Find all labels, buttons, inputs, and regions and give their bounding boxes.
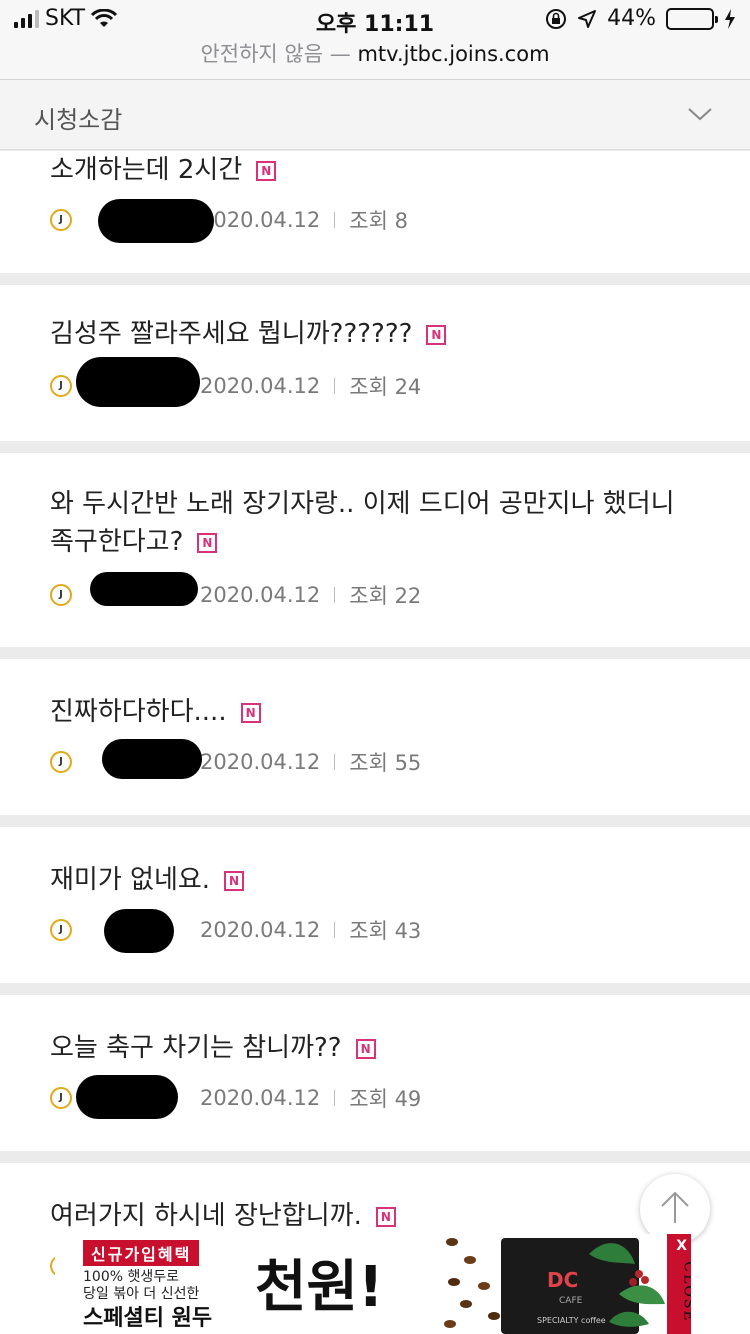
charging-bolt-icon [725, 8, 735, 29]
ad-price: 천원! [255, 1255, 384, 1320]
post-item[interactable]: 와 두시간반 노래 장기자랑.. 이제 드디어 공만지나 했더니 족구한다고? N… [0, 453, 750, 647]
post-views: 조회 43 [349, 919, 422, 943]
url-host: mtv.jtbc.joins.com [357, 42, 550, 66]
divider [334, 587, 336, 603]
post-title-row: 소개하는데 2시간 N [0, 151, 750, 189]
category-dropdown[interactable]: 시청소감 [0, 80, 750, 150]
post-date: 2020.04.12 [200, 208, 321, 232]
category-label: 시청소감 [34, 106, 123, 134]
post-meta: J 2020.04.12 조회 8 [50, 199, 408, 243]
new-badge: N [197, 533, 218, 553]
post-title: 와 두시간반 노래 장기자랑.. 이제 드디어 공만지나 했더니 족구한다고? [50, 489, 675, 557]
post-list: 소개하는데 2시간 N J 2020.04.12 조회 8 김성주 짤라주세요 뭡… [0, 151, 750, 1334]
post-date: 2020.04.12 [200, 1086, 321, 1110]
post-date: 2020.04.12 [200, 583, 321, 607]
author-name-redacted [76, 1075, 192, 1119]
author-level-icon: J [50, 209, 72, 231]
new-badge: N [426, 325, 447, 345]
close-icon: X [676, 1238, 687, 1254]
post-date: 2020.04.12 [200, 918, 321, 942]
divider [334, 1090, 336, 1106]
post-title-row: 오늘 축구 차기는 참니까?? N [0, 995, 750, 1067]
author-level-icon: J [50, 919, 72, 941]
author-level-icon: J [50, 751, 72, 773]
author-level-icon: J [50, 1087, 72, 1109]
post-item[interactable]: 진짜하다하다.... N J 2020.04.12 조회 55 [0, 659, 750, 815]
post-title-row: 와 두시간반 노래 장기자랑.. 이제 드디어 공만지나 했더니 족구한다고? N [0, 453, 750, 561]
author-name-redacted [82, 909, 192, 953]
post-item[interactable]: 김성주 짤라주세요 뭡니까?????? N J 2020.04.12 조회 24 [0, 285, 750, 441]
post-title: 소개하는데 2시간 [50, 155, 243, 185]
ad-banner[interactable]: 신규가입혜택 100% 햇생두로 당일 볶아 더 신선한 스페셜티 원두 천원!… [55, 1234, 691, 1334]
post-item[interactable]: 오늘 축구 차기는 참니까?? N J 2020.04.12 조회 49 [0, 995, 750, 1151]
arrow-up-icon [661, 1191, 689, 1223]
post-date: 2020.04.12 [200, 374, 321, 398]
author-level-icon: J [50, 375, 72, 397]
battery-icon [666, 7, 718, 30]
new-badge: N [375, 1207, 396, 1227]
divider [334, 922, 336, 938]
ad-badge: 신규가입혜택 [83, 1240, 200, 1266]
coffee-beans-image [444, 1238, 500, 1328]
divider [334, 378, 336, 394]
new-badge: N [240, 703, 261, 723]
orientation-lock-icon [546, 8, 567, 29]
post-date: 2020.04.12 [200, 750, 321, 774]
security-warning: 안전하지 않음 [200, 42, 324, 66]
url-separator: — [329, 42, 351, 66]
new-badge: N [355, 1039, 376, 1059]
divider [334, 212, 336, 228]
post-views: 조회 8 [349, 209, 408, 233]
post-title: 여러가지 하시네 장난합니까. [50, 1201, 362, 1231]
brand-logo: DC [547, 1268, 579, 1292]
location-arrow-icon [578, 9, 597, 28]
address-bar[interactable]: 안전하지 않음 — mtv.jtbc.joins.com [0, 40, 750, 80]
new-badge: N [256, 161, 277, 181]
post-title-row: 김성주 짤라주세요 뭡니까?????? N [0, 285, 750, 353]
post-title-row: 재미가 없네요. N [0, 827, 750, 899]
post-views: 조회 55 [349, 751, 422, 775]
status-bar: SKT 오후 11:11 44% [0, 0, 750, 40]
chevron-down-icon [688, 108, 712, 121]
post-title-row: 진짜하다하다.... N [0, 659, 750, 731]
post-meta: J 2020.04.12 조회 24 [50, 357, 422, 407]
status-right: 44% [545, 6, 736, 31]
author-name-redacted [76, 357, 200, 407]
post-views: 조회 24 [349, 375, 422, 399]
post-title: 김성주 짤라주세요 뭡니까?????? [50, 319, 413, 349]
post-title: 진짜하다하다.... [50, 697, 227, 727]
author-level-icon: J [50, 584, 72, 606]
post-title-row: 여러가지 하시네 장난합니까. N [0, 1163, 750, 1235]
author-name-redacted [82, 572, 198, 610]
coffee-plant-image [589, 1243, 665, 1327]
post-views: 조회 22 [349, 584, 422, 608]
author-name-redacted [82, 739, 202, 779]
post-title: 재미가 없네요. [50, 865, 211, 895]
battery-percent: 44% [607, 6, 656, 31]
ad-close-label[interactable]: CLOSE [680, 1261, 691, 1322]
post-title: 오늘 축구 차기는 참니까?? [50, 1033, 342, 1063]
divider [334, 754, 336, 770]
ad-product: 스페셜티 원두 [83, 1306, 213, 1331]
post-item[interactable]: 소개하는데 2시간 N J 2020.04.12 조회 8 [0, 151, 750, 273]
post-meta: J 2020.04.12 조회 55 [50, 739, 422, 779]
new-badge: N [224, 871, 245, 891]
post-meta: J 2020.04.12 조회 22 [50, 572, 422, 610]
post-views: 조회 49 [349, 1087, 422, 1111]
post-item[interactable]: 재미가 없네요. N J 2020.04.12 조회 43 [0, 827, 750, 983]
author-name-redacted [82, 199, 214, 243]
post-meta: J 2020.04.12 조회 49 [50, 1075, 422, 1119]
post-meta: J 2020.04.12 조회 43 [50, 909, 422, 953]
